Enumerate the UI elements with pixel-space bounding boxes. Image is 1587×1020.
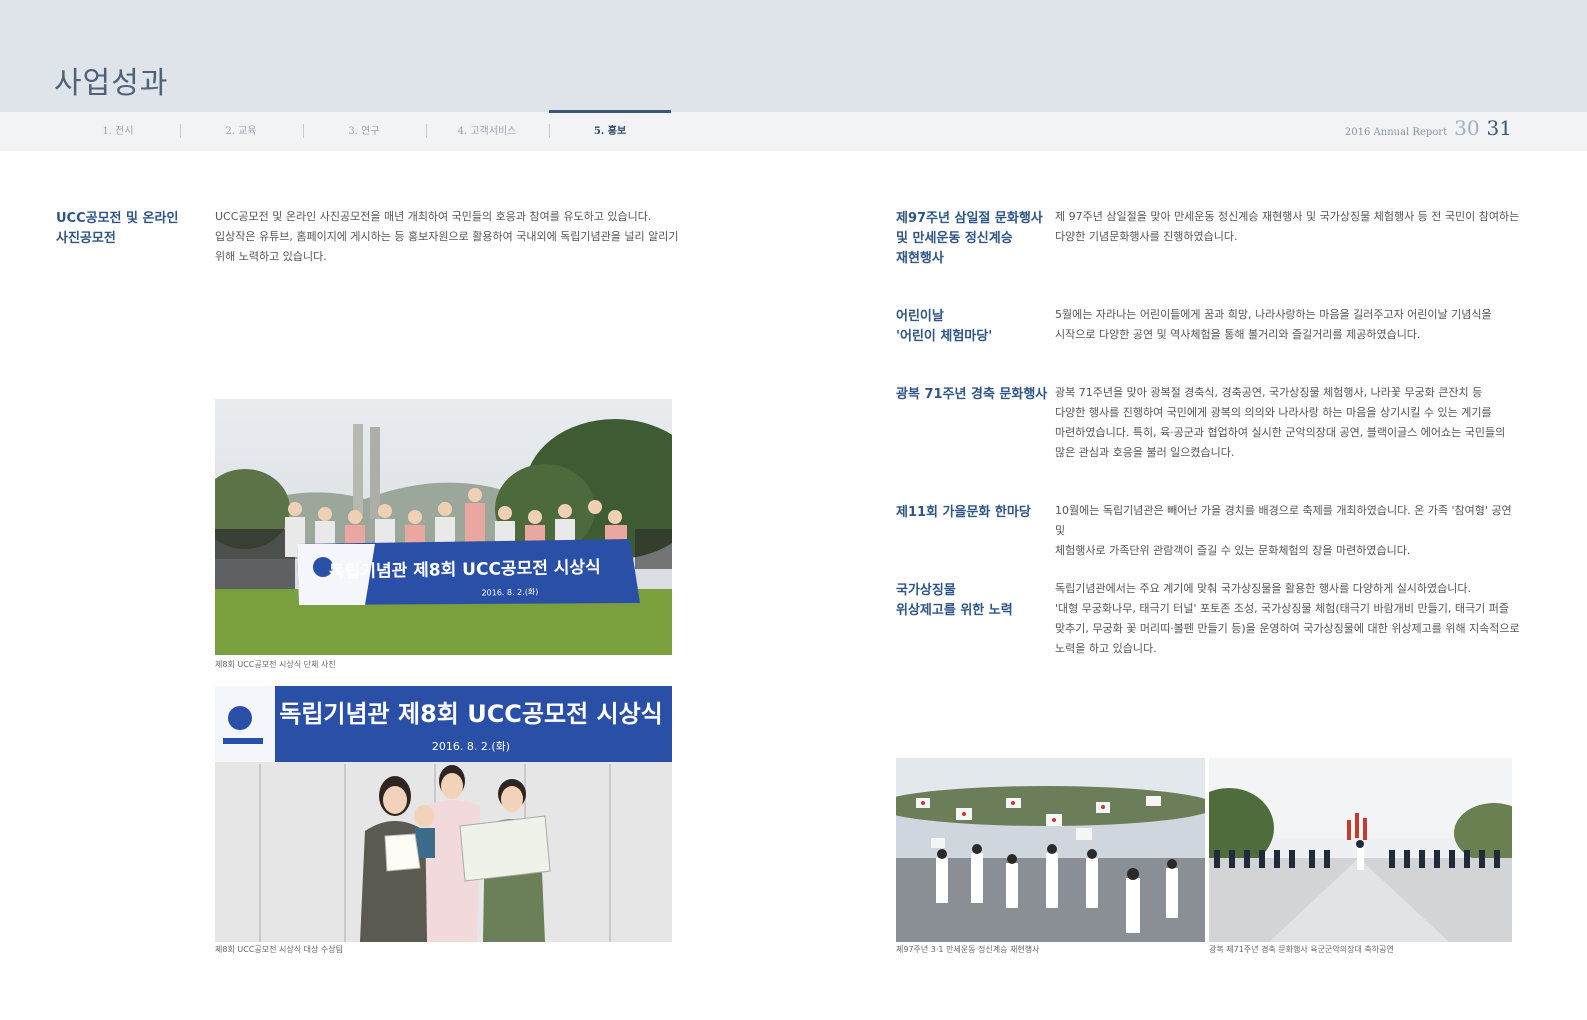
section-body-samiljeol: 제 97주년 삼일절을 맞아 만세운동 정신계승 재현행사 및 국가상징물 체험…	[1055, 207, 1525, 247]
section-title-samiljeol: 제97주년 삼일절 문화행사 및 만세운동 정신계승 재현행사	[896, 209, 1046, 269]
section-title-line: 위상제고를 위한 노력	[896, 603, 1013, 618]
section-body-autumn-festival: 10월에는 독립기념관은 빼어난 가을 경치를 배경으로 축제를 개최하였습니다…	[1055, 501, 1525, 561]
page-number-left: 30	[1454, 116, 1480, 140]
photo-caption: 제8회 UCC공모전 시상식 대상 수상팀	[215, 945, 343, 954]
body-line: 맞추기, 무궁화 꽃 머리띠·볼펜 만들기 등)을 운영하여 국가상징물에 대한…	[1055, 622, 1520, 635]
section-title-line: 사진공모전	[56, 231, 116, 246]
banner-date: 2016. 8. 2.(화)	[432, 740, 510, 753]
section-title-line: 및 만세운동 정신계승	[896, 231, 1013, 246]
section-title-line: 제11회 가을문화 한마당	[896, 505, 1031, 520]
report-title: 2016 Annual Report	[1344, 127, 1448, 138]
tab-customer-service[interactable]: 4. 고객서비스	[426, 112, 548, 151]
section-title-line: 어린이날	[896, 309, 944, 324]
banner-date: 2016. 8. 2.(화)	[481, 588, 538, 598]
body-line: 다양한 행사를 진행하여 국민에게 광복의 의의와 나라사랑 하는 마음을 상기…	[1055, 406, 1492, 419]
page-title: 사업성과	[54, 66, 169, 101]
section-title-line: 제97주년 삼일절 문화행사	[896, 211, 1043, 226]
section-title-childrens-day: 어린이날 '어린이 체험마당'	[896, 307, 1046, 347]
section-title-line: 국가상징물	[896, 583, 956, 598]
body-line: 많은 관심과 호응을 불러 일으켰습니다.	[1055, 446, 1235, 459]
ucc-award-photo: 독립기념관 제8회 UCC공모전 시상식 2016. 8. 2.(화)	[215, 686, 672, 942]
photo-caption: 광복 제71주년 경축 문화행사 육군군악의장대 축하공연	[1209, 945, 1394, 954]
section-title-ucc: UCC공모전 및 온라인 사진공모전	[56, 209, 206, 249]
march-reenactment-photo	[896, 758, 1205, 942]
body-line: 체험행사로 가족단위 관람객이 즐길 수 있는 문화체험의 장을 마련하였습니다…	[1055, 544, 1411, 557]
section-body-national-symbols: 독립기념관에서는 주요 계기에 맞춰 국가상징물을 활용한 행사를 다양하게 실…	[1055, 579, 1525, 659]
body-line: 노력을 하고 있습니다.	[1055, 642, 1157, 655]
section-title-line: 광복 71주년 경축 문화행사	[896, 387, 1048, 402]
body-line: 시작으로 다양한 공연 및 역사체험을 통해 볼거리와 즐길거리를 제공하였습니…	[1055, 328, 1421, 341]
report-label: 2016 Annual Report 30 31	[1345, 116, 1512, 148]
page-number-right: 31	[1486, 116, 1512, 140]
section-title-line: 재현행사	[896, 251, 944, 266]
group-photo-image: 독립기념관 제8회 UCC공모전 시상식 2016. 8. 2.(화)	[215, 399, 672, 655]
section-body-childrens-day: 5월에는 자라나는 어린이들에게 꿈과 희망, 나라사랑하는 마음을 길러주고자…	[1055, 305, 1525, 345]
tab-research[interactable]: 3. 연구	[303, 112, 425, 151]
section-body-liberation-day: 광복 71주년을 맞아 광복절 경축식, 경축공연, 국가상징물 체험행사, 나…	[1055, 383, 1525, 463]
photo-caption: 제8회 UCC공모전 시상식 단체 사진	[215, 660, 336, 669]
photo-caption: 제97주년 3·1 만세운동 정신계승 재현행사	[896, 945, 1040, 954]
award-photo-image: 독립기념관 제8회 UCC공모전 시상식 2016. 8. 2.(화)	[215, 686, 672, 942]
body-line: UCC공모전 및 온라인 사진공모전을 매년 개최하여 국민들의 호응과 참여를…	[215, 210, 652, 223]
body-line: 위해 노력하고 있습니다.	[215, 250, 327, 263]
march-photo-image	[896, 758, 1205, 942]
body-line: 독립기념관에서는 주요 계기에 맞춰 국가상징물을 활용한 행사를 다양하게 실…	[1055, 582, 1472, 595]
body-line: '대형 무궁화나무, 태극기 터널' 포토존 조성, 국가상징물 체험(태극기 …	[1055, 602, 1509, 615]
tab-education[interactable]: 2. 교육	[180, 112, 302, 151]
band-photo-image	[1209, 758, 1512, 942]
banner-title: 독립기념관 제8회 UCC공모전 시상식	[279, 700, 663, 728]
section-title-national-symbols: 국가상징물 위상제고를 위한 노력	[896, 581, 1051, 621]
tab-promotion[interactable]: 5. 홍보	[549, 110, 671, 151]
section-title-line: UCC공모전 및 온라인	[56, 211, 179, 226]
military-band-photo	[1209, 758, 1512, 942]
section-body-ucc: UCC공모전 및 온라인 사진공모전을 매년 개최하여 국민들의 호응과 참여를…	[215, 207, 685, 267]
header-band	[0, 0, 1587, 112]
body-line: 광복 71주년을 맞아 광복절 경축식, 경축공연, 국가상징물 체험행사, 나…	[1055, 386, 1483, 399]
tab-exhibition[interactable]: 1. 전시	[57, 112, 179, 151]
body-line: 5월에는 자라나는 어린이들에게 꿈과 희망, 나라사랑하는 마음을 길러주고자…	[1055, 308, 1492, 321]
section-title-autumn-festival: 제11회 가을문화 한마당	[896, 503, 1051, 523]
section-title-line: '어린이 체험마당'	[896, 329, 993, 344]
body-line: 입상작은 유튜브, 홈페이지에 게시하는 등 홍보자원으로 활용하여 국내외에 …	[215, 230, 679, 243]
ucc-group-photo: 독립기념관 제8회 UCC공모전 시상식 2016. 8. 2.(화)	[215, 399, 672, 655]
body-line: 다양한 기념문화행사를 진행하였습니다.	[1055, 230, 1238, 243]
body-line: 제 97주년 삼일절을 맞아 만세운동 정신계승 재현행사 및 국가상징물 체험…	[1055, 210, 1520, 223]
body-line: 마련하였습니다. 특히, 육·공군과 협업하여 실시한 군악의장대 공연, 블랙…	[1055, 426, 1506, 439]
section-title-liberation-day: 광복 71주년 경축 문화행사	[896, 385, 1051, 405]
body-line: 10월에는 독립기념관은 빼어난 가을 경치를 배경으로 축제를 개최하였습니다…	[1055, 504, 1512, 537]
